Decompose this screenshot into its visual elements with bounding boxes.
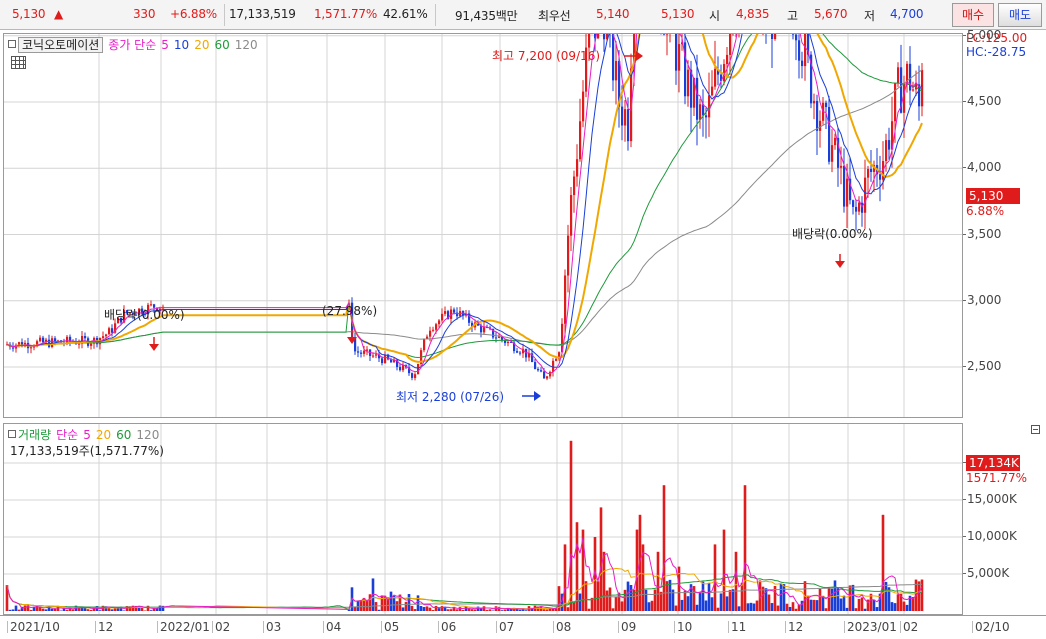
date-tick: 11 (727, 620, 747, 634)
volume-ma-type: 단순 (56, 428, 79, 442)
sell-button[interactable]: 매도 (998, 3, 1042, 27)
change-arrow-icon: ▲ (54, 7, 64, 21)
date-tick: 09 (617, 620, 637, 634)
current-price-flag: 5,130 (966, 188, 1020, 204)
low-annotation: 최저 2,280 (07/26) (396, 390, 504, 404)
price-tick: 4,500 (962, 94, 1002, 108)
date-tick: 08 (552, 620, 572, 634)
low-label: 저 (864, 9, 875, 23)
trade-amount: 91,435백만 (455, 9, 518, 23)
open-label: 시 (709, 9, 720, 23)
ma-60-label: 60 (214, 38, 230, 52)
ex-dividend-annotation-2: 배당락(0.00%) (792, 227, 873, 241)
hc-label: HC:-28.75 (966, 45, 1027, 59)
volume-tick: 10,000K (963, 529, 1017, 543)
price-tick: 2,500 (962, 359, 1002, 373)
panel-toggle-icon[interactable] (8, 40, 16, 48)
buy-button[interactable]: 매수 (952, 3, 994, 27)
volume-label: 거래량 (18, 428, 52, 442)
price-axis: LC:125.00 HC:-28.75 7,0006,5006,0005,500… (962, 28, 1046, 418)
best-quote-label: 최우선 (538, 9, 571, 23)
volume-legend: 거래량 단순 5 20 60 120 (8, 426, 164, 443)
stock-name[interactable]: 코닉오토메이션 (18, 37, 104, 53)
time-axis: 2021/10 12 2022/01 02 03 04 05 06 07 08 09 10 11 12 20… (0, 615, 1046, 639)
price-change: 330 (133, 7, 156, 21)
date-tick: 06 (437, 620, 457, 634)
panel-toggle-icon[interactable] (8, 430, 16, 438)
date-tick: 05 (380, 620, 400, 634)
vma-120-label: 120 (136, 428, 160, 442)
date-tick: 2021/10 (7, 620, 60, 634)
ma-10-label: 10 (173, 38, 190, 52)
current-price: 5,130 (12, 7, 46, 21)
date-tick: 02 (211, 620, 231, 634)
best-bid: 5,130 (661, 7, 695, 21)
chart-window: 5,130 ▲ 330 +6.88% 17,133,519 1,571.77% … (0, 0, 1046, 639)
best-ask: 5,140 (596, 7, 630, 21)
today-volume: 17,133,519주(1,571.77%) (10, 444, 164, 458)
vma-20-label: 20 (95, 428, 112, 442)
volume-axis: 20,000K15,000K10,000K5,000K 17,134K 1571… (962, 423, 1046, 615)
vma-60-label: 60 (116, 428, 132, 442)
date-tick: 2023/01 (844, 620, 897, 634)
rights-annotation: (27.98%) (322, 304, 377, 318)
date-tick: 07 (495, 620, 515, 634)
volume-chart[interactable]: 거래량 단순 5 20 60 120 17,133,519주(1,571.77%) (3, 423, 963, 615)
trade-volume: 17,133,519 (229, 7, 296, 21)
date-tick: 12 (784, 620, 804, 634)
ma-20-label: 20 (194, 38, 210, 52)
date-tick: 12 (94, 620, 114, 634)
vma-5-label: 5 (83, 428, 91, 442)
turnover-ratio: 42.61% (383, 7, 428, 21)
ex-dividend-annotation: 배당락(0.00%) (104, 308, 185, 322)
change-percent: +6.88% (170, 7, 217, 21)
date-tick: 04 (322, 620, 342, 634)
date-tick: 02/10 (972, 620, 1010, 634)
date-tick: 10 (673, 620, 693, 634)
volume-flag: 17,134K (966, 455, 1020, 471)
date-tick: 2022/01 (157, 620, 210, 634)
volume-ratio-flag: 1571.77% (966, 471, 1028, 485)
date-tick: 02 (899, 620, 919, 634)
date-tick: 03 (262, 620, 282, 634)
price-tick: 3,500 (962, 226, 1002, 241)
ma-type-label: 종가 단순 (108, 38, 157, 52)
volume-tick: 15,000K (963, 492, 1017, 506)
minimize-icon[interactable] (1031, 425, 1040, 434)
high-annotation: 최고 7,200 (09/16) (492, 49, 600, 63)
open-price: 4,835 (736, 7, 770, 21)
price-plot: 최고 7,200 (09/16) 최저 2,280 (07/26) 배당락(0.00… (4, 34, 962, 417)
low-price: 4,700 (890, 7, 924, 21)
price-tick: 3,000 (962, 292, 1002, 307)
quote-bar: 5,130 ▲ 330 +6.88% 17,133,519 1,571.77% … (0, 0, 1046, 30)
price-tick: 4,000 (962, 160, 1002, 175)
volume-ratio: 1,571.77% (314, 7, 378, 21)
volume-tick: 5,000K (962, 566, 1010, 580)
price-chart[interactable]: 최고 7,200 (09/16) 최저 2,280 (07/26) 배당락(0.00… (3, 33, 963, 418)
grid-icon[interactable] (11, 56, 26, 69)
high-price: 5,670 (814, 7, 848, 21)
ma-5-label: 5 (161, 38, 169, 52)
current-change-flag: 6.88% (966, 204, 1005, 218)
high-label: 고 (787, 9, 798, 23)
ma-120-label: 120 (234, 38, 258, 52)
price-tick: 5,000 (962, 27, 1002, 42)
price-legend: 코닉오토메이션 종가 단순 5 10 20 60 120 (8, 36, 263, 53)
